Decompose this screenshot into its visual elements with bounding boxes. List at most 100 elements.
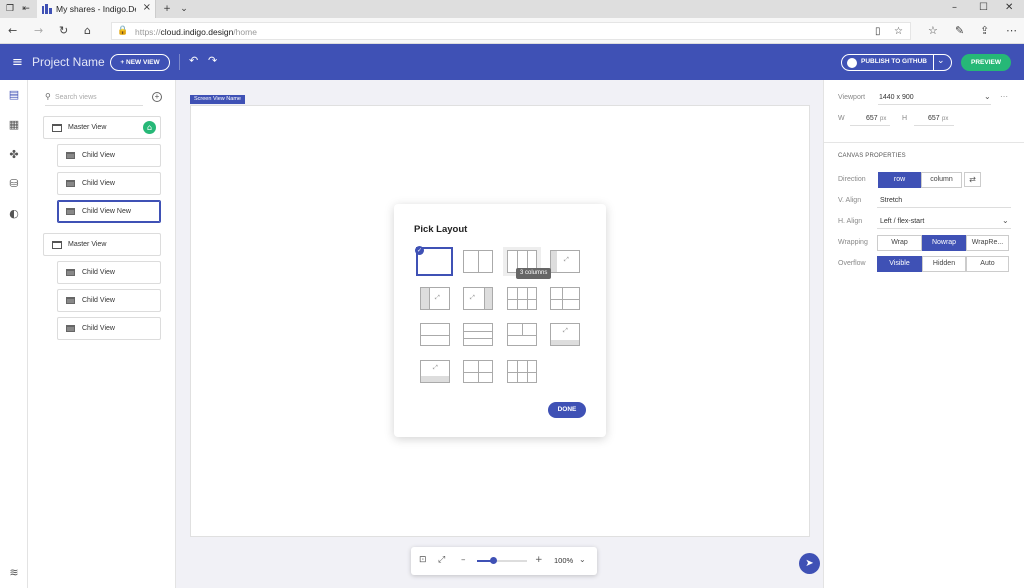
valign-value[interactable]: Stretch <box>880 197 902 204</box>
components-icon[interactable]: ▦ <box>7 118 21 132</box>
layout-grid-four[interactable] <box>463 360 493 383</box>
zoom-slider-knob[interactable] <box>490 557 497 564</box>
width-value[interactable]: 657 <box>866 115 878 122</box>
layout-grid-six[interactable] <box>507 360 537 383</box>
view-card-child[interactable]: Child View <box>57 261 161 284</box>
search-placeholder: Search views <box>55 94 97 101</box>
layout-right-panel[interactable]: ⤢ <box>463 287 493 310</box>
new-tab-icon[interactable]: + <box>161 3 173 15</box>
tab-list-chevron-icon[interactable]: ⌄ <box>178 3 190 15</box>
overflow-auto-option[interactable]: Auto <box>966 256 1009 272</box>
new-view-button[interactable]: + NEW VIEW <box>110 54 170 71</box>
publish-chevron-icon[interactable]: ⌄ <box>937 56 945 66</box>
screen-view-name-tag[interactable]: Screen View Name <box>190 95 245 104</box>
view-card-child-selected[interactable]: Child View New <box>57 200 161 223</box>
home-view-icon[interactable]: ⌂ <box>143 121 156 134</box>
wrapping-nowrap-option[interactable]: Nowrap <box>922 235 966 251</box>
layout-top-split[interactable] <box>507 323 537 346</box>
props-divider <box>824 142 1024 143</box>
layout-single[interactable]: ✓ <box>415 246 453 276</box>
zoom-value[interactable]: 100% <box>554 556 573 565</box>
project-name[interactable]: Project Name <box>32 55 105 69</box>
overflow-visible-option[interactable]: Visible <box>877 256 922 272</box>
views-panel: ⚲ Search views + Master View ⌂ Child Vie… <box>28 80 176 588</box>
direction-row-option[interactable]: row <box>878 172 921 188</box>
send-fab-icon[interactable]: ➤ <box>799 553 820 574</box>
viewport-value[interactable]: 1440 x 900 <box>879 94 914 101</box>
share-icon[interactable]: ⇪ <box>980 24 989 37</box>
favorites-icon[interactable]: ☆ <box>928 24 938 37</box>
layout-columns-split[interactable] <box>507 287 537 310</box>
tab-close-icon[interactable]: × <box>143 2 151 13</box>
reading-view-icon[interactable]: ▯ <box>875 26 881 37</box>
data-icon[interactable]: ⛁ <box>7 177 21 191</box>
maximize-icon[interactable]: ☐ <box>979 2 988 13</box>
favorite-star-icon[interactable]: ☆ <box>894 26 903 37</box>
view-card-child[interactable]: Child View <box>57 317 161 340</box>
tab-preview-icon[interactable]: ⇤ <box>20 3 32 15</box>
master-view-icon <box>52 124 62 132</box>
zoom-in-icon[interactable]: + <box>535 555 543 565</box>
views-icon[interactable]: ▤ <box>7 88 21 102</box>
indigo-favicon-icon <box>42 4 52 14</box>
width-label: W <box>838 115 845 122</box>
zoom-out-icon[interactable]: – <box>461 555 466 565</box>
undo-icon[interactable]: ↶ <box>189 54 198 67</box>
layout-grid-mixed[interactable] <box>550 287 580 310</box>
wrapping-wrap-option[interactable]: Wrap <box>877 235 922 251</box>
layout-three-rows[interactable] <box>463 323 493 346</box>
url-field[interactable]: 🔒 https://cloud.indigo.design/home ▯ ☆ <box>111 22 911 40</box>
refresh-icon[interactable]: ↻ <box>59 24 68 37</box>
layout-two-rows[interactable] <box>420 323 450 346</box>
view-card-child[interactable]: Child View <box>57 144 161 167</box>
view-card-child[interactable]: Child View <box>57 289 161 312</box>
overflow-hidden-option[interactable]: Hidden <box>922 256 966 272</box>
done-button[interactable]: DONE <box>548 402 586 418</box>
minimize-icon[interactable]: – <box>952 2 957 13</box>
search-views-input[interactable]: ⚲ Search views <box>45 92 143 106</box>
publish-to-github-button[interactable]: PUBLISH TO GITHUB ⌄ <box>841 54 952 71</box>
zoom-chevron-icon[interactable]: ⌄ <box>579 555 586 564</box>
browser-tab[interactable]: My shares - Indigo.Desi × <box>37 0 156 18</box>
more-icon[interactable]: ⋯ <box>1006 24 1017 37</box>
theme-palette-icon[interactable]: ◐ <box>7 207 21 221</box>
tab-actions-icon[interactable]: ❐ <box>4 3 16 15</box>
url-prefix: https:// <box>135 27 161 37</box>
viewport-chevron-icon[interactable]: ⌄ <box>984 92 991 101</box>
view-card-master[interactable]: Master View <box>43 233 161 256</box>
preview-button[interactable]: PREVIEW <box>961 54 1011 71</box>
fit-screen-icon[interactable]: ⊡ <box>419 555 427 565</box>
view-card-master[interactable]: Master View ⌂ <box>43 116 161 139</box>
layers-icon[interactable]: ≋ <box>7 566 21 580</box>
direction-column-option[interactable]: column <box>921 172 962 188</box>
layout-footer[interactable]: ⤢ <box>550 323 580 346</box>
plugins-icon[interactable]: ✤ <box>7 148 21 162</box>
layout-header-footer[interactable]: ⤢ <box>420 360 450 383</box>
view-card-label: Child View <box>82 269 115 276</box>
height-value[interactable]: 657 <box>928 115 940 122</box>
zoom-slider[interactable] <box>477 557 527 564</box>
home-icon[interactable]: ⌂ <box>84 24 91 37</box>
fullscreen-icon[interactable]: ⤢ <box>438 555 445 565</box>
add-view-icon[interactable]: + <box>152 92 162 102</box>
check-icon: ✓ <box>415 246 424 255</box>
window-close-icon[interactable]: ✕ <box>1005 2 1013 13</box>
app-header: ≡ Project Name + NEW VIEW ↶ ↷ PUBLISH TO… <box>0 44 1024 80</box>
redo-icon[interactable]: ↷ <box>208 54 217 67</box>
wrapping-wrapreverse-option[interactable]: WrapRe... <box>966 235 1009 251</box>
halign-chevron-icon[interactable]: ⌄ <box>1002 216 1009 225</box>
valign-underline <box>877 207 1011 208</box>
layout-two-columns[interactable] <box>463 250 493 273</box>
pen-icon[interactable]: ✎ <box>955 24 964 37</box>
layout-left-panel[interactable]: ⤢ <box>420 287 450 310</box>
viewport-more-icon[interactable]: ⋯ <box>1000 92 1008 101</box>
child-view-icon <box>66 297 75 304</box>
back-icon[interactable]: ← <box>8 24 17 37</box>
layout-sidebar-left[interactable]: ⤢ <box>550 250 580 273</box>
forward-icon[interactable]: → <box>34 24 43 37</box>
view-card-child[interactable]: Child View <box>57 172 161 195</box>
hamburger-menu-icon[interactable]: ≡ <box>12 55 23 70</box>
halign-value[interactable]: Left / flex-start <box>880 218 924 225</box>
valign-label: V. Align <box>838 197 862 204</box>
swap-direction-icon[interactable]: ⇄ <box>964 172 981 187</box>
